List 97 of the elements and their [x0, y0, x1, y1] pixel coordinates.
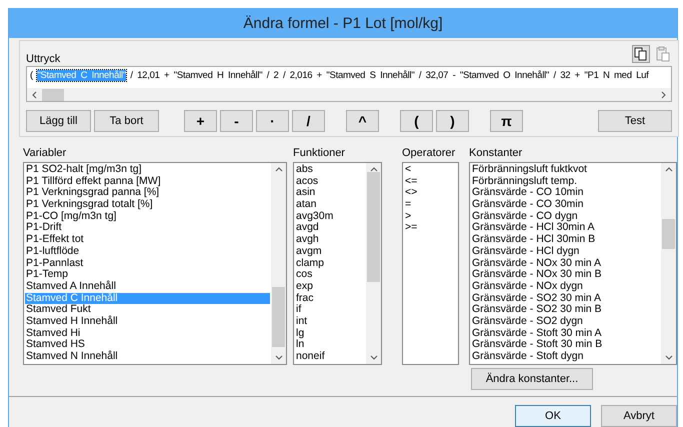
- action-button[interactable]: Ta bort: [94, 110, 159, 132]
- list-item[interactable]: atan: [295, 199, 365, 211]
- vertical-scrollbar[interactable]: [366, 163, 381, 364]
- list-item[interactable]: lg: [295, 328, 365, 340]
- list-item[interactable]: Gränsvärde - SO2 30 min B: [471, 304, 660, 316]
- scroll-thumb[interactable]: [272, 287, 285, 347]
- list-item[interactable]: P1 SO2-halt [mg/m3n tg]: [25, 164, 270, 176]
- list-item[interactable]: abs: [295, 164, 365, 176]
- list-item[interactable]: P1 Tillförd effekt panna [MW]: [25, 176, 270, 188]
- list-item[interactable]: exp: [295, 280, 365, 293]
- scroll-up-icon[interactable]: [664, 167, 672, 172]
- list-item[interactable]: P1-CO [mg/m3n tg]: [25, 210, 270, 222]
- list-item[interactable]: Förbränningsluft temp.: [471, 176, 660, 188]
- scroll-thumb[interactable]: [662, 218, 675, 248]
- expression-text: (: [30, 70, 34, 81]
- selected-expression-text: "Stamved C Innehåll": [37, 70, 126, 81]
- list-item[interactable]: avg30m: [295, 210, 365, 222]
- list-item[interactable]: Gränsvärde - SO2 dygn: [471, 316, 660, 328]
- list-item[interactable]: int: [295, 316, 365, 328]
- list-item[interactable]: if: [295, 304, 365, 316]
- list-item[interactable]: P1-luftflöde: [25, 246, 270, 258]
- operator-button[interactable]: ^: [346, 110, 379, 132]
- list-item[interactable]: P1-Drift: [25, 222, 270, 234]
- list-item[interactable]: Stamved Hi: [25, 328, 270, 340]
- test-button[interactable]: Test: [598, 110, 672, 132]
- list-item[interactable]: Gränsvärde - NOx 30 min B: [471, 269, 660, 281]
- operator-button[interactable]: ): [436, 110, 469, 132]
- list-item[interactable]: Stamved A Innehåll: [25, 280, 270, 293]
- list-item[interactable]: P1-Temp: [25, 269, 270, 281]
- list-item[interactable]: avgm: [295, 246, 365, 258]
- list-item[interactable]: Stamved Fukt: [25, 304, 270, 316]
- list-item[interactable]: Gränsvärde - HCl 30min B: [471, 234, 660, 246]
- scroll-up-icon[interactable]: [274, 167, 282, 172]
- list-label: Operatorer: [402, 147, 456, 161]
- list-item[interactable]: ln: [295, 339, 365, 351]
- scroll-up-icon[interactable]: [370, 167, 378, 172]
- operator-button[interactable]: π: [490, 110, 523, 132]
- window-title: Ändra formel - P1 Lot [mol/kg]: [243, 14, 443, 32]
- operator-button[interactable]: (: [400, 110, 433, 132]
- list-item[interactable]: P1-Effekt tot: [25, 234, 270, 246]
- list-item[interactable]: Gränsvärde - HCl 30min A: [471, 222, 660, 234]
- operator-button[interactable]: +: [184, 110, 217, 132]
- list-item[interactable]: Gränsvärde - NOx dygn: [471, 280, 660, 293]
- list-item[interactable]: Gränsvärde - HCl dygn: [471, 246, 660, 258]
- list-item[interactable]: P1-Pannlast: [25, 258, 270, 270]
- operator-button[interactable]: -: [220, 110, 253, 132]
- dialog-button[interactable]: Avbryt: [601, 405, 677, 427]
- list-item[interactable]: P1 Verkningsgrad panna [%]: [25, 187, 270, 200]
- dialog-button[interactable]: OK: [515, 405, 591, 427]
- copy-icon[interactable]: [632, 45, 650, 63]
- list-item[interactable]: P1 Verkningsgrad totalt [%]: [25, 199, 270, 211]
- list-item[interactable]: Gränsvärde - CO dygn: [471, 210, 660, 222]
- scroll-left-icon[interactable]: [32, 90, 37, 98]
- expression-label: Uttryck: [26, 53, 60, 65]
- scroll-down-icon[interactable]: [274, 355, 282, 360]
- list-item[interactable]: acos: [295, 176, 365, 188]
- expression-text: / 12,01 + "Stamved H Innehåll" / 2 / 2,016 + "Stamved S Innehåll" / 32,07 - "Stamved O Innehåll" / 32 + "P1 N med Luf: [129, 70, 649, 81]
- vertical-scrollbar[interactable]: [271, 163, 286, 364]
- list-item[interactable]: <>: [404, 187, 457, 200]
- list-item[interactable]: Stamved N Innehåll: [25, 351, 270, 363]
- list-item[interactable]: Gränsvärde - NOx 30 min A: [471, 258, 660, 270]
- scroll-right-icon[interactable]: [661, 90, 666, 98]
- list-item[interactable]: Gränsvärde - Stoft 30 min A: [471, 328, 660, 340]
- operator-button[interactable]: ·: [256, 110, 289, 132]
- edit-constants-button[interactable]: Ändra konstanter...: [471, 368, 593, 390]
- action-button[interactable]: Lägg till: [26, 110, 91, 132]
- list-item[interactable]: =: [404, 199, 457, 211]
- list-item[interactable]: Förbränningsluft fuktkvot: [471, 164, 660, 176]
- list-label: Funktioner: [293, 147, 346, 161]
- list-item[interactable]: Stamved H Innehåll: [25, 316, 270, 328]
- scroll-thumb[interactable]: [42, 88, 64, 100]
- list-item[interactable]: asin: [295, 187, 365, 200]
- list-item[interactable]: avgh: [295, 234, 365, 246]
- list-item[interactable]: avgd: [295, 222, 365, 234]
- scroll-thumb[interactable]: [367, 172, 380, 282]
- vertical-scrollbar[interactable]: [661, 163, 676, 364]
- horizontal-scrollbar[interactable]: [27, 88, 671, 101]
- list-item[interactable]: Gränsvärde - Stoft 30 min B: [471, 339, 660, 351]
- scroll-down-icon[interactable]: [664, 355, 672, 360]
- list-item[interactable]: Stamved HS: [25, 339, 270, 351]
- list-item[interactable]: >=: [404, 222, 457, 234]
- list-label: Variabler: [23, 147, 68, 161]
- list-item[interactable]: Gränsvärde - CO 10min: [471, 187, 660, 200]
- list-item[interactable]: <=: [404, 176, 457, 188]
- list-item[interactable]: Gränsvärde - SO2 30 min A: [471, 292, 660, 304]
- operator-button[interactable]: /: [292, 110, 325, 132]
- list-item[interactable]: >: [404, 210, 457, 222]
- list-item[interactable]: cos: [295, 269, 365, 281]
- list-item[interactable]: Gränsvärde - Stoft dygn: [471, 351, 660, 363]
- list-item[interactable]: noneif: [295, 351, 365, 363]
- expression-field[interactable]: ( "Stamved C Innehåll" / 12,01 + "Stamved H Innehåll" / 2 / 2,016 + "Stamved S Innehåll" / 32,07 - "Stamved O Innehåll" / 32 + "P1 N med Luf: [26, 66, 672, 102]
- list-item[interactable]: clamp: [295, 258, 365, 270]
- list-item[interactable]: frac: [295, 292, 365, 304]
- list-item[interactable]: Gränsvärde - CO 30min: [471, 199, 660, 211]
- list-item[interactable]: <: [404, 164, 457, 176]
- list-label: Konstanter: [469, 147, 524, 161]
- scroll-down-icon[interactable]: [370, 355, 378, 360]
